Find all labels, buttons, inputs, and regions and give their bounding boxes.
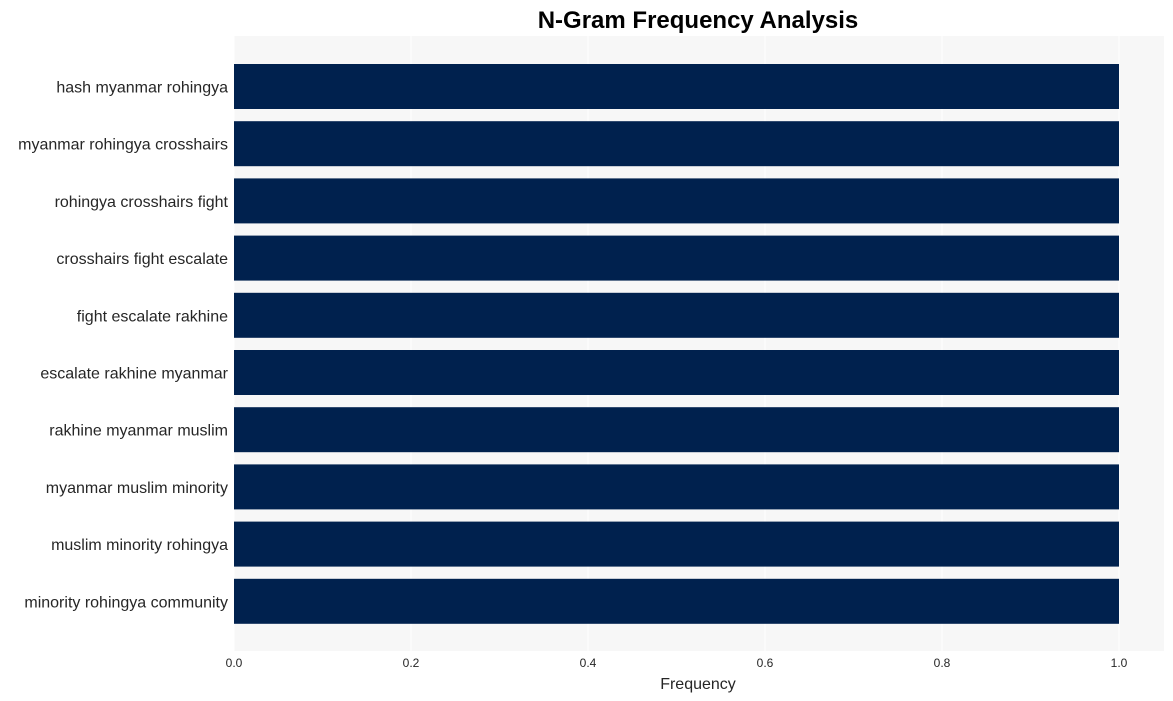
bar xyxy=(234,178,1119,224)
y-tick-label: myanmar rohingya crosshairs xyxy=(18,137,228,154)
chart-title: N-Gram Frequency Analysis xyxy=(538,7,859,34)
y-tick-label: rakhine myanmar muslim xyxy=(49,423,228,440)
x-axis-label: Frequency xyxy=(660,676,736,693)
x-tick-label: 0.8 xyxy=(934,656,951,670)
x-tick-label: 0.2 xyxy=(403,656,420,670)
bar xyxy=(234,235,1119,281)
bar xyxy=(234,64,1119,109)
bar xyxy=(234,464,1119,510)
x-tick-labels: 0.0 0.2 0.4 0.6 0.8 1.0 xyxy=(226,656,1128,670)
bar xyxy=(234,292,1119,338)
x-tick-label: 0.0 xyxy=(226,656,243,670)
bar xyxy=(234,407,1119,453)
bar xyxy=(234,521,1119,567)
x-tick-label: 0.6 xyxy=(757,656,774,670)
bar xyxy=(234,350,1119,395)
bar xyxy=(234,578,1119,624)
y-tick-label: escalate rakhine myanmar xyxy=(40,366,228,383)
y-tick-labels: hash myanmar rohingya myanmar rohingya cr… xyxy=(18,80,229,612)
y-tick-label: rohingya crosshairs fight xyxy=(55,194,229,211)
y-tick-label: minority rohingya community xyxy=(24,594,228,611)
y-tick-label: hash myanmar rohingya xyxy=(56,80,228,97)
y-tick-label: fight escalate rakhine xyxy=(77,308,228,325)
y-tick-label: crosshairs fight escalate xyxy=(56,251,228,268)
chart: N-Gram Frequency Analysis hash myanmar r… xyxy=(18,7,1164,693)
x-tick-label: 0.4 xyxy=(580,656,597,670)
y-tick-label: muslim minority rohingya xyxy=(51,537,228,554)
y-tick-label: myanmar muslim minority xyxy=(46,480,228,497)
bar xyxy=(234,121,1119,167)
x-tick-label: 1.0 xyxy=(1111,656,1128,670)
